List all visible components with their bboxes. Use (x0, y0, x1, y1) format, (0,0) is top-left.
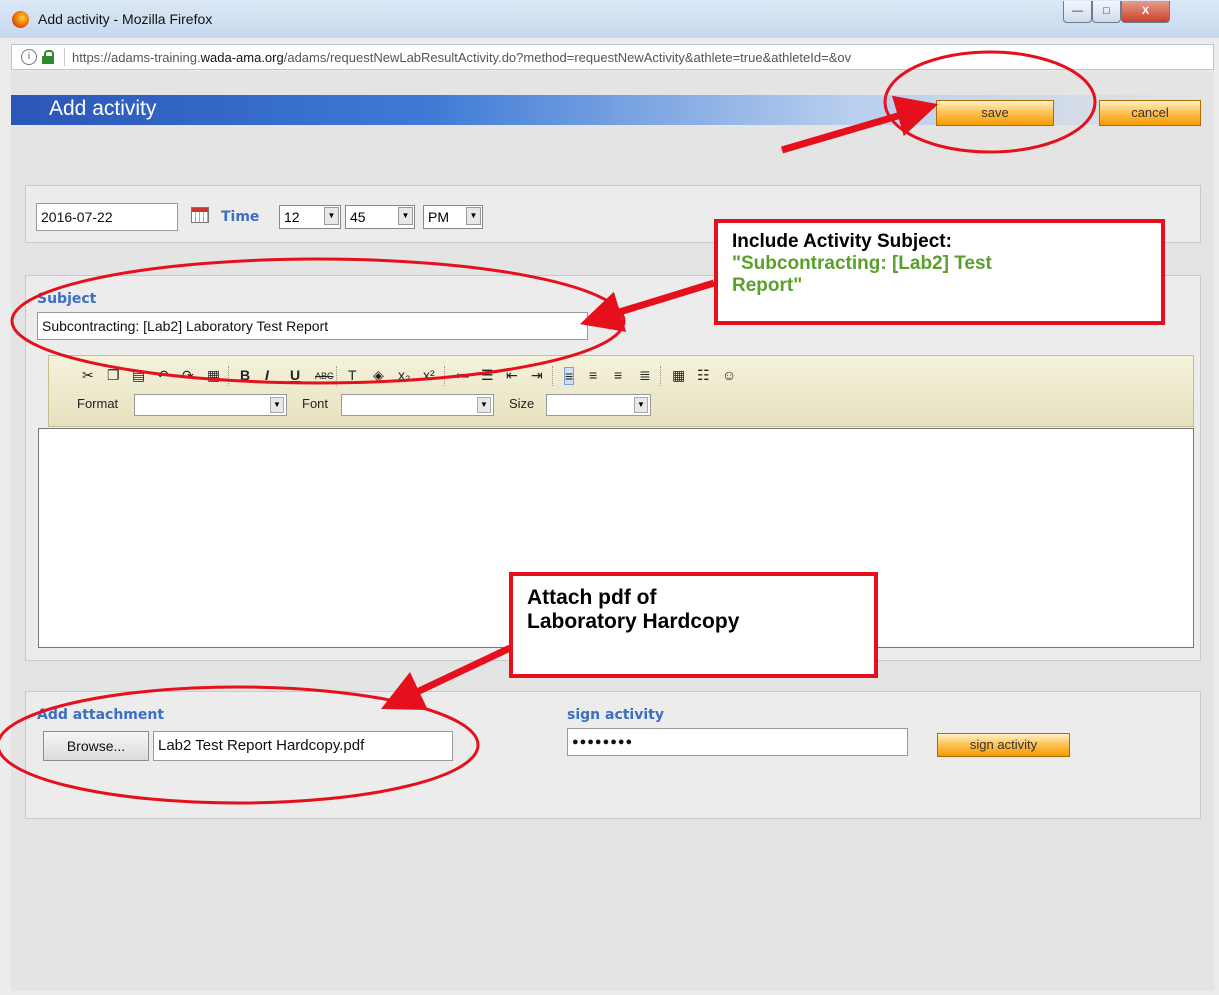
subject-input[interactable]: Subcontracting: [Lab2] Laboratory Test R… (37, 312, 588, 340)
firefox-icon (12, 11, 29, 28)
maximize-button[interactable]: □ (1092, 1, 1121, 23)
font-select[interactable]: ▼ (341, 394, 494, 416)
minute-select[interactable]: 45 ▼ (345, 205, 415, 229)
size-select[interactable]: ▼ (546, 394, 651, 416)
minute-value: 45 (350, 209, 366, 225)
smiley-icon[interactable]: ☺ (722, 367, 736, 383)
indent-icon[interactable]: ⇥ (531, 367, 543, 383)
bold-icon[interactable]: B (240, 367, 250, 383)
subject-callout: Include Activity Subject: "Subcontractin… (714, 219, 1165, 325)
bulleted-list-icon[interactable]: ☰ (481, 367, 494, 383)
callout-subject-line1: Include Activity Subject: (732, 231, 952, 252)
outdent-icon[interactable]: ⇤ (506, 367, 518, 383)
attachment-file-name[interactable]: Lab2 Test Report Hardcopy.pdf (153, 731, 453, 761)
callout-subject-line2: "Subcontracting: [Lab2] Test (732, 253, 992, 274)
firefox-window: Add activity - Mozilla Firefox — □ X i h… (0, 0, 1219, 995)
align-center-icon[interactable]: ≡ (589, 367, 597, 383)
lock-icon[interactable] (42, 50, 54, 64)
save-button[interactable]: save (936, 100, 1054, 126)
callout-attach-line2: Laboratory Hardcopy (527, 610, 740, 633)
text-color-icon[interactable]: T (348, 367, 357, 383)
underline-icon[interactable]: U (290, 367, 300, 383)
url-text[interactable]: https://adams-training.wada-ama.org/adam… (72, 50, 1207, 65)
page-content: Add activity save cancel 2016-07-22 Time… (11, 71, 1214, 991)
url-path: /adams/requestNewLabResultActivity.do?me… (283, 50, 852, 65)
sign-password-input[interactable]: ●●●●●●●● (567, 728, 908, 756)
close-button[interactable]: X (1121, 1, 1170, 23)
italic-icon[interactable]: I (265, 367, 269, 383)
date-input[interactable]: 2016-07-22 (36, 203, 178, 231)
chevron-down-icon: ▼ (398, 207, 413, 225)
subject-label: Subject (37, 291, 97, 307)
hour-value: 12 (284, 209, 300, 225)
cut-icon[interactable]: ✂ (82, 367, 94, 383)
calendar-icon[interactable] (191, 207, 209, 223)
cancel-button[interactable]: cancel (1099, 100, 1201, 126)
title-bar: Add activity - Mozilla Firefox — □ X (0, 0, 1219, 38)
sign-activity-button[interactable]: sign activity (937, 733, 1070, 757)
page-title: Add activity (49, 97, 157, 120)
chevron-down-icon: ▼ (324, 207, 339, 225)
hour-select[interactable]: 12 ▼ (279, 205, 341, 229)
toolbar-separator (336, 366, 339, 386)
ampm-value: PM (428, 209, 449, 225)
undo-icon[interactable]: ↶ (157, 367, 169, 383)
strikethrough-icon[interactable]: ABC (315, 371, 334, 387)
chevron-down-icon: ▼ (634, 397, 648, 413)
url-bar[interactable]: i https://adams-training.wada-ama.org/ad… (11, 44, 1214, 70)
toolbar-separator (444, 366, 447, 386)
chevron-down-icon: ▼ (466, 207, 481, 225)
format-select[interactable]: ▼ (134, 394, 287, 416)
callout-subject-line3: Report" (732, 275, 803, 296)
attachment-callout: Attach pdf of Laboratory Hardcopy (509, 572, 878, 678)
format-label: Format (77, 396, 119, 411)
table-icon[interactable]: ▦ (672, 367, 685, 383)
chevron-down-icon: ▼ (270, 397, 284, 413)
superscript-icon[interactable]: x² (423, 367, 435, 383)
toolbar-separator (552, 366, 555, 386)
paste-icon[interactable]: ▤ (132, 367, 145, 383)
add-attachment-label: Add attachment (37, 707, 165, 723)
sign-activity-label: sign activity (567, 707, 664, 723)
browse-button[interactable]: Browse... (43, 731, 149, 761)
ampm-select[interactable]: PM ▼ (423, 205, 483, 229)
align-left-icon[interactable]: ≡ (564, 367, 575, 385)
chevron-down-icon: ▼ (477, 397, 491, 413)
url-separator (64, 48, 65, 66)
numbered-list-icon[interactable]: ≔ (456, 367, 470, 383)
align-right-icon[interactable]: ≡ (614, 367, 622, 383)
minimize-button[interactable]: — (1063, 1, 1092, 23)
justify-icon[interactable]: ≣ (639, 367, 651, 383)
redo-icon[interactable]: ↷ (182, 367, 194, 383)
size-label: Size (509, 396, 535, 411)
time-label: Time (221, 209, 260, 225)
select-all-icon[interactable]: ▦ (207, 367, 220, 383)
toolbar-separator (660, 366, 663, 386)
background-color-icon[interactable]: ◈ (373, 367, 384, 383)
toolbar-separator (228, 366, 231, 386)
url-domain: wada-ama.org (200, 50, 284, 65)
editor-toolbar (48, 355, 1194, 427)
subscript-icon[interactable]: x₂ (398, 367, 410, 383)
horizontal-rule-icon[interactable]: ☷ (697, 367, 710, 383)
info-icon[interactable]: i (21, 49, 37, 65)
copy-icon[interactable]: ❐ (107, 367, 120, 383)
window-title: Add activity - Mozilla Firefox (38, 11, 213, 27)
font-label: Font (302, 396, 329, 411)
url-prefix: https://adams-training. (72, 50, 201, 65)
callout-attach-line1: Attach pdf of (527, 586, 657, 609)
